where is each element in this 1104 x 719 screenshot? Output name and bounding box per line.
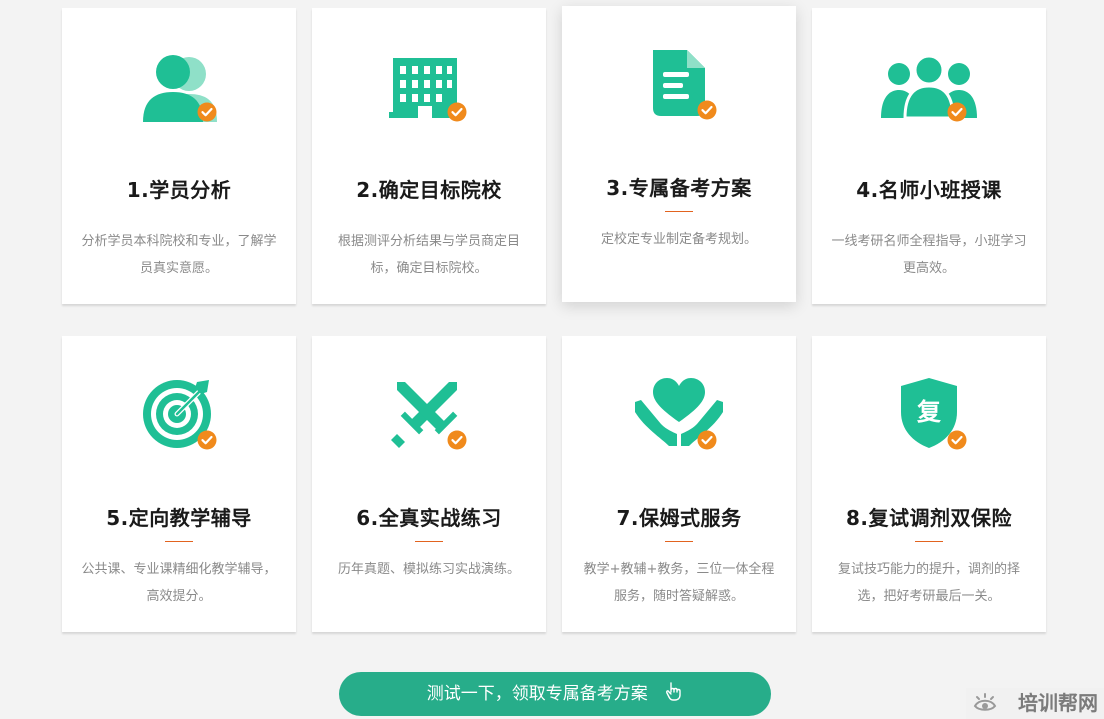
cta-label: 测试一下，领取专属备考方案: [426, 684, 648, 704]
card-exclusive-plan: 3.专属备考方案 定校定专业制定备考规划。: [562, 6, 796, 302]
card-description: 教学+教辅+教务，三位一体全程服务，随时答疑解惑。: [583, 562, 775, 604]
card-title: 1.学员分析: [126, 178, 232, 202]
card-small-class: 4.名师小班授课 一线考研名师全程指导，小班学习更高效。: [812, 8, 1046, 304]
sun-eye-logo-icon: [973, 693, 997, 711]
card-description: 根据测评分析结果与学员商定目标，确定目标院校。: [337, 234, 520, 276]
site-watermark: 培训帮网: [966, 688, 1104, 719]
title-underline: [165, 541, 193, 542]
check-badge-icon: [947, 102, 967, 122]
title-underline: [915, 541, 943, 542]
group-icon: [881, 48, 977, 122]
card-retest-double-insurance: 复 8.复试调剂双保险 复试技巧能力的提升，调剂的择选，把好考研最后一关。: [812, 336, 1046, 632]
building-icon: [387, 48, 471, 122]
document-icon: [637, 46, 721, 120]
card-title: 6.全真实战练习: [356, 506, 502, 530]
shield-glyph: 复: [916, 398, 942, 426]
card-title: 5.定向教学辅导: [106, 506, 252, 530]
card-description: 一线考研名师全程指导，小班学习更高效。: [831, 234, 1027, 276]
card-description: 公共课、专业课精细化教学辅导，高效提分。: [81, 562, 277, 604]
card-title: 3.专属备考方案: [606, 176, 752, 200]
card-student-analysis: 1.学员分析 分析学员本科院校和专业，了解学员真实意愿。: [62, 8, 296, 304]
card-title: 4.名师小班授课: [856, 178, 1002, 202]
watermark-text: 培训帮网: [1018, 691, 1098, 715]
title-underline: [665, 211, 693, 212]
process-grid: 1.学员分析 分析学员本科院校和专业，了解学员真实意愿。 2.确定目标院校 根据…: [62, 6, 1046, 632]
shield-icon: 复: [887, 376, 971, 450]
get-plan-button[interactable]: 测试一下，领取专属备考方案: [339, 672, 771, 716]
pointer-hand-icon: [666, 682, 681, 701]
target-icon: [137, 376, 221, 450]
card-description: 定校定专业制定备考规划。: [600, 232, 757, 247]
users-icon: [137, 48, 221, 122]
check-badge-icon: [947, 430, 967, 450]
card-description: 分析学员本科院校和专业，了解学员真实意愿。: [81, 234, 277, 276]
card-real-practice: 6.全真实战练习 历年真题、模拟练习实战演练。: [312, 336, 546, 632]
check-badge-icon: [697, 100, 717, 120]
check-badge-icon: [697, 430, 717, 450]
card-title: 7.保姆式服务: [616, 506, 742, 530]
card-title: 2.确定目标院校: [356, 178, 502, 202]
check-badge-icon: [197, 430, 217, 450]
heart-hands-icon: [635, 376, 723, 450]
check-badge-icon: [447, 430, 467, 450]
check-badge-icon: [447, 102, 467, 122]
check-badge-icon: [197, 102, 217, 122]
crossed-swords-icon: [387, 376, 471, 450]
card-description: 复试技巧能力的提升，调剂的择选，把好考研最后一关。: [837, 562, 1020, 604]
card-targeted-tutoring: 5.定向教学辅导 公共课、专业课精细化教学辅导，高效提分。: [62, 336, 296, 632]
title-underline: [415, 541, 443, 542]
card-title: 8.复试调剂双保险: [845, 506, 1012, 530]
card-nanny-service: 7.保姆式服务 教学+教辅+教务，三位一体全程服务，随时答疑解惑。: [562, 336, 796, 632]
title-underline: [665, 541, 693, 542]
card-target-school: 2.确定目标院校 根据测评分析结果与学员商定目标，确定目标院校。: [312, 8, 546, 304]
card-description: 历年真题、模拟练习实战演练。: [337, 562, 520, 577]
